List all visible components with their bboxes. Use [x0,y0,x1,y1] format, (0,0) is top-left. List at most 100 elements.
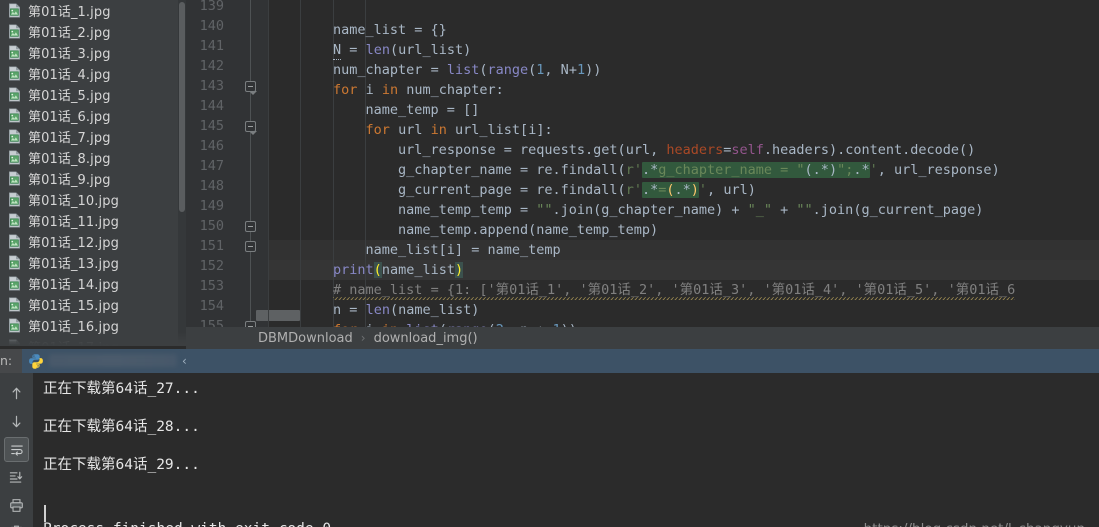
run-console-output[interactable]: 正在下载第64话_27... 正在下载第64话_28... 正在下载第64话_29.… [33,373,1099,527]
scroll-to-end-icon[interactable] [4,465,29,490]
code-fold-toggle[interactable] [245,81,257,95]
python-file-icon [29,354,43,369]
file-list-item[interactable]: 第01话_12.jpg [0,231,186,252]
line-number: 144 [199,98,224,114]
file-list-item[interactable]: 第01话_15.jpg [0,294,186,315]
file-list-item[interactable]: 第01话_2.jpg [0,21,186,42]
code-line[interactable]: for url in url_list[i]: [268,120,553,140]
rerun-up-icon[interactable] [4,381,29,406]
file-list-item-label: 第01话_7.jpg [28,131,111,146]
image-file-icon [9,87,20,102]
watermark-url: https://blog.csdn.net/l_changyun [864,521,1085,527]
code-line[interactable]: print(name_list) [268,260,464,280]
file-list-item-label: 第01话_10.jpg [28,194,119,209]
code-line[interactable]: url_response = requests.get(url, headers… [268,140,975,160]
breadcrumb[interactable]: DBMDownload › download_img() [186,327,1099,349]
line-number: 140 [199,18,224,34]
file-list-item-label: 第01话_2.jpg [28,26,111,41]
file-list-item[interactable]: 第01话_13.jpg [0,252,186,273]
file-list-item[interactable]: 第01话_17.jpg [0,336,186,346]
console-caret [44,505,46,522]
file-list-item-label: 第01话_17.jpg [28,337,119,346]
file-list-item-label: 第01话_16.jpg [28,320,119,335]
clear-all-icon[interactable] [4,519,29,527]
code-line[interactable]: num_chapter = list(range(1, N+1)) [268,60,601,80]
image-file-icon [9,66,20,81]
line-number: 150 [199,218,224,234]
line-number: 145 [199,118,224,134]
line-number: 152 [199,258,224,274]
image-file-icon [9,45,20,60]
line-number: 139 [199,0,224,14]
code-line[interactable]: N = len(url_list) [268,40,471,60]
line-number: 148 [199,178,224,194]
code-line[interactable]: g_current_page = re.findall(r'.*=(.*)', … [268,180,756,200]
run-tool-window: n: ‹ 正在下载第64话_27... 正在下载第64话_28... 正在下载第… [0,349,1099,527]
image-file-icon [9,24,20,39]
code-fold-toggle[interactable] [245,121,257,135]
file-list-item[interactable]: 第01话_7.jpg [0,126,186,147]
line-number: 146 [199,138,224,154]
code-line[interactable]: for i in list(range(2, n + 1)): [268,320,585,327]
file-list-item-label: 第01话_1.jpg [28,5,111,20]
line-number: 154 [199,298,224,314]
file-list-item[interactable]: 第01话_16.jpg [0,315,186,336]
image-file-icon [9,3,20,18]
line-number: 149 [199,198,224,214]
file-list-item-label: 第01话_15.jpg [28,299,119,314]
line-number: 143 [199,78,224,94]
file-list-item[interactable]: 第01话_14.jpg [0,273,186,294]
run-console-toolbar[interactable] [0,373,33,527]
code-line[interactable]: name_list[i] = name_temp [268,240,561,260]
print-icon[interactable] [4,493,29,518]
file-list-scrollbar-thumb[interactable] [179,2,185,212]
code-line[interactable]: name_temp_temp = "".join(g_chapter_name)… [268,200,983,220]
line-number: 151 [199,238,224,254]
image-file-icon [9,255,20,270]
console-output-line: 正在下载第64话_28... [43,419,200,435]
file-list-item[interactable]: 第01话_8.jpg [0,147,186,168]
line-number: 142 [199,58,224,74]
image-file-icon [9,318,20,333]
breadcrumb-item-method[interactable]: download_img() [374,331,478,346]
stop-down-icon[interactable] [4,409,29,434]
file-list-item-label: 第01话_12.jpg [28,236,119,251]
console-output-line: Process finished with exit code 0 [43,521,331,527]
file-list-item[interactable]: 第01话_11.jpg [0,210,186,231]
run-tab-bar: n: ‹ [0,349,1099,373]
console-output-line: 正在下载第64话_27... [43,381,200,397]
file-list-item[interactable]: 第01话_6.jpg [0,105,186,126]
soft-wrap-icon[interactable] [4,437,29,462]
code-line[interactable]: name_temp.append(name_temp_temp) [268,220,658,240]
file-list-item-label: 第01话_9.jpg [28,173,111,188]
code-editor[interactable]: 139 140 141 142 143 144 145 146 147 148 149 150 151 1… [186,0,1099,327]
image-file-icon [9,339,20,346]
code-line[interactable]: for i in num_chapter: [268,80,504,100]
image-file-icon [9,108,20,123]
file-list-item[interactable]: 第01话_10.jpg [0,189,186,210]
run-tool-window-label: n: [0,353,13,368]
code-fold-toggle[interactable] [245,241,256,252]
file-list-item[interactable]: 第01话_5.jpg [0,84,186,105]
file-list-item[interactable]: 第01话_9.jpg [0,168,186,189]
file-list-item-label: 第01话_11.jpg [28,215,119,230]
chevron-left-icon[interactable]: ‹ [182,354,187,368]
line-number: 155 [199,318,224,327]
file-list-item[interactable]: 第01话_3.jpg [0,42,186,63]
run-configuration-tab[interactable]: ‹ [22,349,205,373]
file-list-item[interactable]: 第01话_1.jpg [0,0,186,21]
image-file-list-panel[interactable]: 第01话_1.jpg 第01话_2.jpg 第01话_3.jpg 第01话_4.jpg… [0,0,186,346]
editor-gutter[interactable]: 139 140 141 142 143 144 145 146 147 148 149 150 151 1… [186,0,300,327]
image-file-icon [9,297,20,312]
editor-code-area[interactable]: name_list = {} N = len(url_list) num_cha… [268,0,1099,327]
code-fold-toggle[interactable] [245,221,256,232]
code-line[interactable]: name_list = {} [268,20,447,40]
file-list-item-label: 第01话_8.jpg [28,152,111,167]
breadcrumb-item-class[interactable]: DBMDownload [258,331,353,346]
code-line[interactable]: name_temp = [] [268,100,480,120]
code-line[interactable]: # name_list = {1: ['第01话_1', '第01话_2', '… [268,280,1016,300]
run-tab-label-redacted [49,354,177,367]
code-line[interactable]: n = len(name_list) [268,300,479,320]
code-line[interactable]: g_chapter_name = re.findall(r'.*g_chapte… [268,160,1000,180]
file-list-item[interactable]: 第01话_4.jpg [0,63,186,84]
